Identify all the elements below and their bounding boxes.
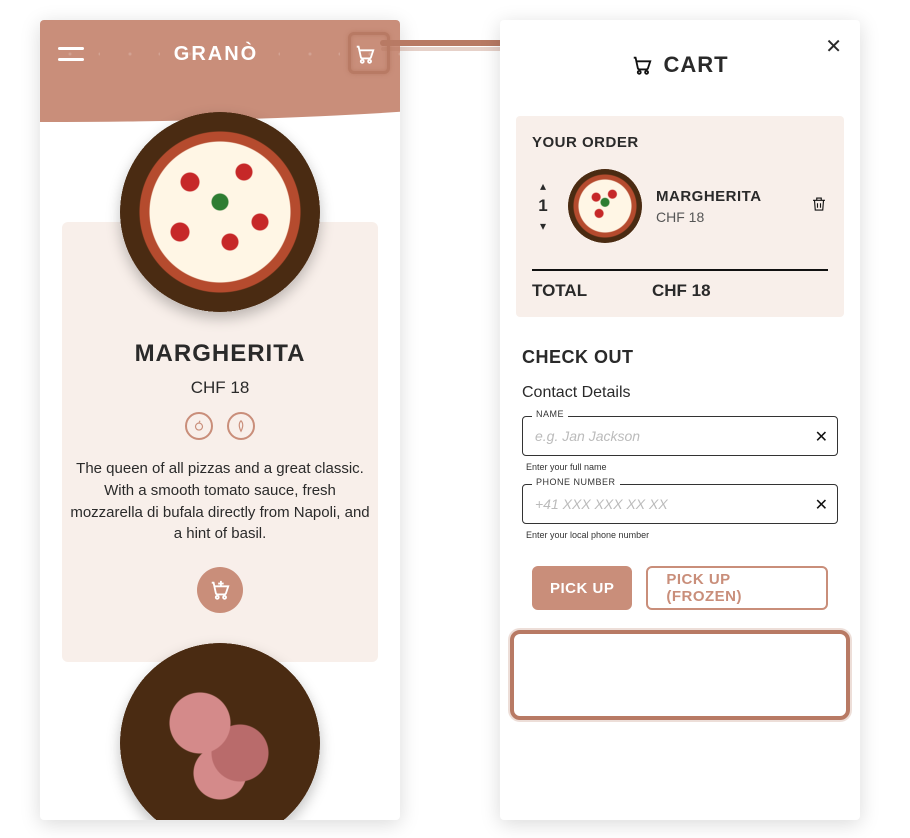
product-description: The queen of all pizzas and a great clas… <box>62 458 378 545</box>
order-item-name: MARGHERITA <box>656 188 796 205</box>
total-value: CHF 18 <box>652 281 711 301</box>
menu-screen: GRANÒ MARGHERITA CHF 18 The queen of all… <box>40 20 400 820</box>
contact-heading: Contact Details <box>522 384 838 402</box>
menu-icon[interactable] <box>58 47 84 61</box>
clear-icon[interactable]: ✕ <box>815 495 828 515</box>
qty-decrease[interactable]: ▾ <box>540 220 546 232</box>
product-price: CHF 18 <box>62 378 378 398</box>
product-image <box>120 112 320 312</box>
name-input[interactable] <box>522 416 838 456</box>
cart-icon <box>631 54 653 76</box>
brand-logo: GRANÒ <box>174 43 258 66</box>
phone-hint: Enter your local phone number <box>526 530 838 540</box>
order-heading: YOUR ORDER <box>532 134 828 151</box>
order-item-image <box>568 169 642 243</box>
name-hint: Enter your full name <box>526 462 838 472</box>
product-name: MARGHERITA <box>62 340 378 368</box>
close-icon[interactable]: ✕ <box>825 34 842 59</box>
vegetarian-icon <box>185 412 213 440</box>
pickup-frozen-button[interactable]: PICK UP (FROZEN) <box>646 566 828 610</box>
phone-label: PHONE NUMBER <box>532 477 620 487</box>
pickup-button[interactable]: PICK UP <box>532 566 632 610</box>
clear-icon[interactable]: ✕ <box>815 427 828 447</box>
trash-icon[interactable] <box>810 194 828 219</box>
checkout-heading: CHECK OUT <box>522 347 838 368</box>
total-label: TOTAL <box>532 281 652 301</box>
annotation-cart-highlight <box>348 32 390 74</box>
next-product-image <box>110 643 330 813</box>
checkout-section: CHECK OUT Contact Details NAME ✕ Enter y… <box>500 317 860 624</box>
pickup-buttons: PICK UP PICK UP (FROZEN) <box>522 552 838 624</box>
name-label: NAME <box>532 409 568 419</box>
diet-icon <box>227 412 255 440</box>
annotation-pickup-highlight <box>510 630 850 720</box>
order-item-price: CHF 18 <box>656 209 796 225</box>
order-item: ▴ 1 ▾ MARGHERITA CHF 18 <box>532 169 828 243</box>
order-summary: YOUR ORDER ▴ 1 ▾ MARGHERITA CHF 18 TOTAL <box>516 116 844 317</box>
cart-header: ✕ CART <box>500 20 860 110</box>
add-to-cart-button[interactable] <box>197 567 243 613</box>
top-bar: GRANÒ <box>40 20 400 88</box>
phone-input[interactable] <box>522 484 838 524</box>
product-card: MARGHERITA CHF 18 The queen of all pizza… <box>40 112 400 820</box>
product-badges <box>62 412 378 440</box>
qty-value: 1 <box>538 196 547 216</box>
qty-increase[interactable]: ▴ <box>540 180 546 192</box>
cart-title: CART <box>663 52 728 78</box>
